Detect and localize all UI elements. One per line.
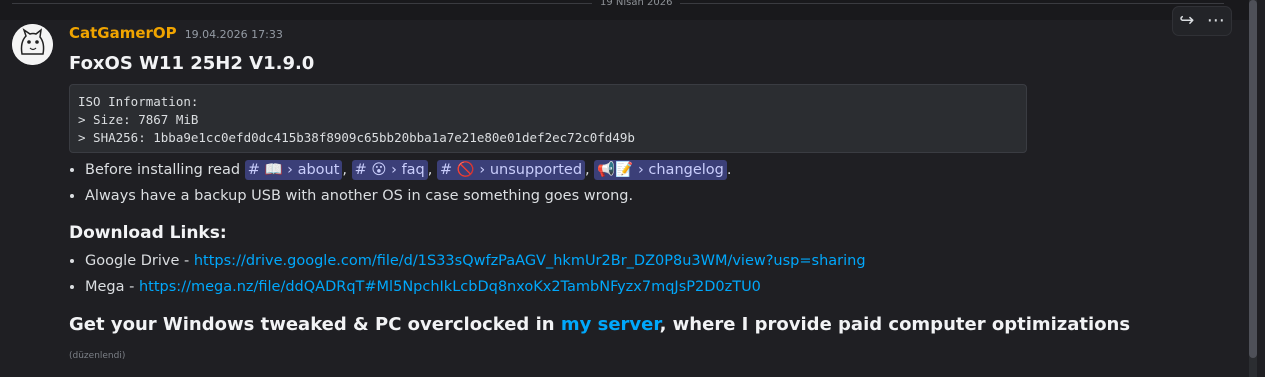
hash-icon: # [247, 162, 260, 178]
date-divider-label: 19 Nisan 2026 [592, 0, 681, 9]
message: CatGamerOP 19.04.2026 17:33 FoxOS W11 25… [69, 20, 1229, 361]
download-label: Mega - [85, 279, 139, 295]
edited-label: (düzenlendi) [69, 351, 126, 361]
channel-mention-unsupported[interactable]: # 🚫 › unsupported [436, 160, 586, 180]
scrollbar-thumb[interactable] [1249, 0, 1257, 358]
message-timestamp: 19.04.2026 17:33 [184, 28, 283, 41]
hash-icon: # [439, 162, 453, 178]
book-emoji-icon: 📖 [264, 162, 283, 178]
mega-link[interactable]: https://mega.nz/file/ddQADRqT#Ml5NpchIkL… [139, 279, 761, 295]
code-line: ISO Information: [78, 94, 199, 109]
list-item: Always have a backup USB with another OS… [85, 183, 1229, 209]
message-header: CatGamerOP 19.04.2026 17:33 [69, 20, 1229, 46]
list-item: Google Drive - https://drive.google.com/… [85, 248, 1229, 274]
avatar[interactable] [12, 24, 53, 65]
channel-name: unsupported [489, 162, 583, 178]
code-line: > SHA256: 1bba9e1cc0efd0dc415b38f8909c65… [78, 130, 635, 145]
promo-text: , where I provide paid computer optimiza… [659, 314, 1131, 335]
astonished-emoji-icon: 😮 [371, 162, 387, 178]
prohibited-emoji-icon: 🚫 [456, 162, 475, 178]
info-list: Before installing read # 📖 › about, # 😮 … [69, 157, 1229, 209]
list-item: Mega - https://mega.nz/file/ddQADRqT#Ml5… [85, 274, 1229, 300]
code-block: ISO Information: > Size: 7867 MiB > SHA256… [69, 84, 1027, 153]
promo-text: Get your Windows tweaked & PC overclocke… [69, 314, 561, 335]
date-divider: 19 Nisan 2026 [12, 0, 1224, 9]
megaphone-memo-icon: 📢📝 [597, 162, 634, 178]
hash-icon: # [354, 162, 367, 178]
channel-name: changelog [648, 162, 724, 178]
download-heading: Download Links: [69, 223, 227, 243]
server-link[interactable]: my server [561, 314, 660, 335]
before-text: Before installing read [85, 162, 241, 178]
message-title: FoxOS W11 25H2 V1.9.0 [69, 53, 315, 74]
author-name[interactable]: CatGamerOP [69, 24, 177, 42]
google-drive-link[interactable]: https://drive.google.com/file/d/1S33sQwf… [194, 253, 866, 269]
channel-mention-about[interactable]: # 📖 › about [244, 160, 343, 180]
code-line: > Size: 7867 MiB [78, 112, 199, 127]
top-bar: 19 Nisan 2026 [0, 0, 1250, 20]
avatar-cat-drawing [12, 24, 53, 65]
channel-mention-faq[interactable]: # 😮 › faq [351, 160, 428, 180]
scrollbar[interactable] [1249, 0, 1257, 377]
download-list: Google Drive - https://drive.google.com/… [69, 248, 1229, 300]
channel-mention-changelog[interactable]: 📢📝 › changelog [594, 160, 727, 180]
channel-name: faq [401, 162, 425, 178]
download-label: Google Drive - [85, 253, 194, 269]
list-item: Before installing read # 📖 › about, # 😮 … [85, 157, 1229, 183]
channel-name: about [297, 162, 340, 178]
promo-heading: Get your Windows tweaked & PC overclocke… [69, 313, 1229, 337]
